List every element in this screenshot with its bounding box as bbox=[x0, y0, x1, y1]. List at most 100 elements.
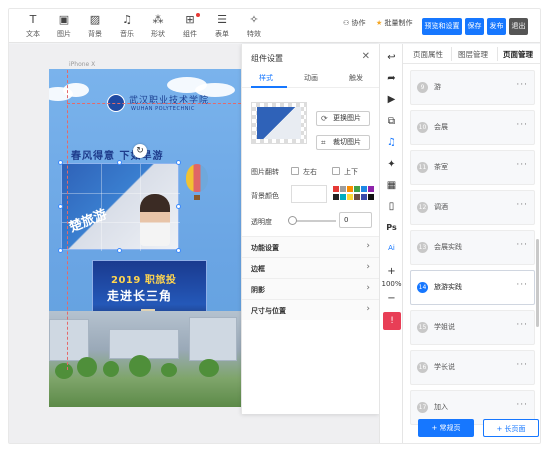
page-item[interactable]: 15 学姐说 ··· bbox=[410, 310, 535, 345]
page-number-badge: 15 bbox=[417, 322, 428, 333]
section-border[interactable]: 边框 › bbox=[242, 257, 380, 278]
replace-image-button[interactable]: ⟳ 更换图片 bbox=[316, 111, 370, 126]
color-swatch[interactable] bbox=[354, 194, 360, 200]
ai-icon[interactable]: Ai bbox=[380, 244, 403, 252]
page-number-badge: 9 bbox=[417, 82, 428, 93]
campus-photo[interactable] bbox=[49, 311, 241, 407]
exit-button[interactable]: 退出 bbox=[509, 18, 528, 35]
page-item[interactable]: 10 会展 ··· bbox=[410, 110, 535, 145]
section-shadow[interactable]: 阴影 › bbox=[242, 278, 380, 299]
page-item[interactable]: 13 会展实践 ··· bbox=[410, 230, 535, 265]
page-item[interactable]: 12 调酒 ··· bbox=[410, 190, 535, 225]
color-swatch[interactable] bbox=[347, 194, 353, 200]
tool-effects[interactable]: ✧ 特效 bbox=[240, 13, 268, 39]
phone-icon[interactable]: ▯ bbox=[380, 201, 403, 212]
color-swatch[interactable] bbox=[361, 194, 367, 200]
tab-style[interactable]: 样式 bbox=[259, 73, 273, 83]
sparkle-icon[interactable]: ✦ bbox=[380, 159, 403, 170]
tool-component[interactable]: ⊞ 组件 bbox=[176, 13, 204, 39]
tab-divider bbox=[497, 47, 498, 61]
tab-trigger[interactable]: 触发 bbox=[349, 73, 363, 83]
more-icon[interactable]: ··· bbox=[516, 200, 528, 210]
color-swatch[interactable] bbox=[354, 186, 360, 192]
tool-form[interactable]: ☰ 表单 bbox=[208, 13, 236, 39]
back-icon[interactable]: ↩ bbox=[380, 52, 403, 63]
copy-icon[interactable]: ⧉ bbox=[380, 116, 403, 127]
color-swatch[interactable] bbox=[333, 186, 339, 192]
resize-handle[interactable] bbox=[176, 204, 181, 209]
crop-image-button[interactable]: ⌗ 裁切图片 bbox=[316, 135, 370, 150]
alert-icon[interactable]: ! bbox=[383, 312, 401, 330]
color-swatch[interactable] bbox=[340, 186, 346, 192]
ps-icon[interactable]: Ps bbox=[380, 223, 403, 232]
tool-music[interactable]: ♫ 音乐 bbox=[113, 13, 141, 39]
tool-image[interactable]: ▣ 图片 bbox=[50, 13, 78, 39]
close-icon[interactable]: ✕ bbox=[362, 51, 370, 62]
page-item[interactable]: 16 学长说 ··· bbox=[410, 350, 535, 385]
more-icon[interactable]: ··· bbox=[516, 400, 528, 410]
color-swatch[interactable] bbox=[368, 194, 374, 200]
selected-photo[interactable]: 楚旅游 bbox=[61, 163, 180, 251]
resize-handle[interactable] bbox=[117, 248, 122, 253]
balloon-basket bbox=[194, 195, 200, 200]
grid-icon[interactable]: ▦ bbox=[380, 180, 403, 191]
save-button[interactable]: 保存 bbox=[465, 18, 484, 35]
opacity-slider-handle[interactable] bbox=[288, 216, 297, 225]
flip-horizontal-checkbox[interactable] bbox=[291, 167, 299, 175]
opacity-slider-track[interactable] bbox=[292, 220, 336, 222]
more-icon[interactable]: ··· bbox=[516, 360, 528, 370]
scrollbar[interactable] bbox=[536, 239, 539, 327]
bg-color-picker[interactable] bbox=[291, 185, 327, 203]
rotate-icon[interactable]: ↻ bbox=[133, 144, 147, 158]
zoom-out-icon[interactable]: − bbox=[380, 293, 403, 304]
batch-link[interactable]: ★ 批量制作 bbox=[376, 18, 413, 28]
resize-handle[interactable] bbox=[58, 160, 63, 165]
zoom-in-icon[interactable]: + bbox=[380, 266, 403, 277]
resize-handle[interactable] bbox=[176, 160, 181, 165]
collab-link[interactable]: ⚇ 协作 bbox=[343, 18, 366, 28]
more-icon[interactable]: ··· bbox=[516, 240, 528, 250]
school-logo[interactable]: 武汉职业技术学院 WUHAN POLYTECHNIC bbox=[107, 92, 237, 116]
tab-page-properties[interactable]: 页面属性 bbox=[413, 49, 443, 60]
page-item[interactable]: 14 旅游实践 ··· bbox=[410, 270, 535, 305]
tool-shape[interactable]: ⁂ 形状 bbox=[144, 13, 172, 39]
resize-handle[interactable] bbox=[58, 248, 63, 253]
page-item[interactable]: 11 茶室 ··· bbox=[410, 150, 535, 185]
add-normal-page-button[interactable]: + 常规页 bbox=[418, 419, 474, 437]
preview-settings-button[interactable]: 预览和设置 bbox=[422, 18, 462, 35]
resize-handle[interactable] bbox=[117, 160, 122, 165]
music-note-icon[interactable]: ♫ bbox=[380, 137, 403, 148]
redo-icon[interactable]: ➦ bbox=[380, 73, 403, 84]
color-swatch[interactable] bbox=[347, 186, 353, 192]
color-swatch[interactable] bbox=[333, 194, 339, 200]
section-size-position[interactable]: 尺寸与位置 › bbox=[242, 299, 380, 320]
resize-handle[interactable] bbox=[176, 248, 181, 253]
tab-animation[interactable]: 动画 bbox=[304, 73, 318, 83]
page-item[interactable]: 9 游 ··· bbox=[410, 70, 535, 105]
image-thumbnail[interactable] bbox=[251, 102, 307, 144]
phone-page[interactable]: 武汉职业技术学院 WUHAN POLYTECHNIC 春风得意 下如旱游 ↻ 楚… bbox=[49, 69, 241, 407]
publish-button[interactable]: 发布 bbox=[487, 18, 506, 35]
tree bbox=[161, 363, 177, 377]
tab-layer-management[interactable]: 图层管理 bbox=[458, 49, 488, 60]
more-icon[interactable]: ··· bbox=[516, 320, 528, 330]
more-icon[interactable]: ··· bbox=[516, 280, 528, 290]
color-swatch[interactable] bbox=[361, 186, 367, 192]
hot-air-balloon[interactable] bbox=[186, 164, 208, 192]
color-swatch[interactable] bbox=[368, 186, 374, 192]
tool-background[interactable]: ▨ 背景 bbox=[81, 13, 109, 39]
more-icon[interactable]: ··· bbox=[516, 120, 528, 130]
more-icon[interactable]: ··· bbox=[516, 160, 528, 170]
resize-handle[interactable] bbox=[58, 204, 63, 209]
play-icon[interactable]: ▶ bbox=[380, 94, 403, 105]
flip-vertical-checkbox[interactable] bbox=[332, 167, 340, 175]
more-icon[interactable]: ··· bbox=[516, 80, 528, 90]
section-function-settings[interactable]: 功能设置 › bbox=[242, 236, 380, 257]
music-icon: ♫ bbox=[122, 13, 132, 26]
tree bbox=[103, 361, 119, 377]
color-swatch[interactable] bbox=[340, 194, 346, 200]
opacity-input[interactable]: 0 bbox=[339, 212, 372, 228]
tab-page-management[interactable]: 页面管理 bbox=[503, 49, 533, 60]
tool-text[interactable]: T 文本 bbox=[19, 13, 47, 39]
add-long-page-button[interactable]: + 长页面 bbox=[483, 419, 539, 437]
